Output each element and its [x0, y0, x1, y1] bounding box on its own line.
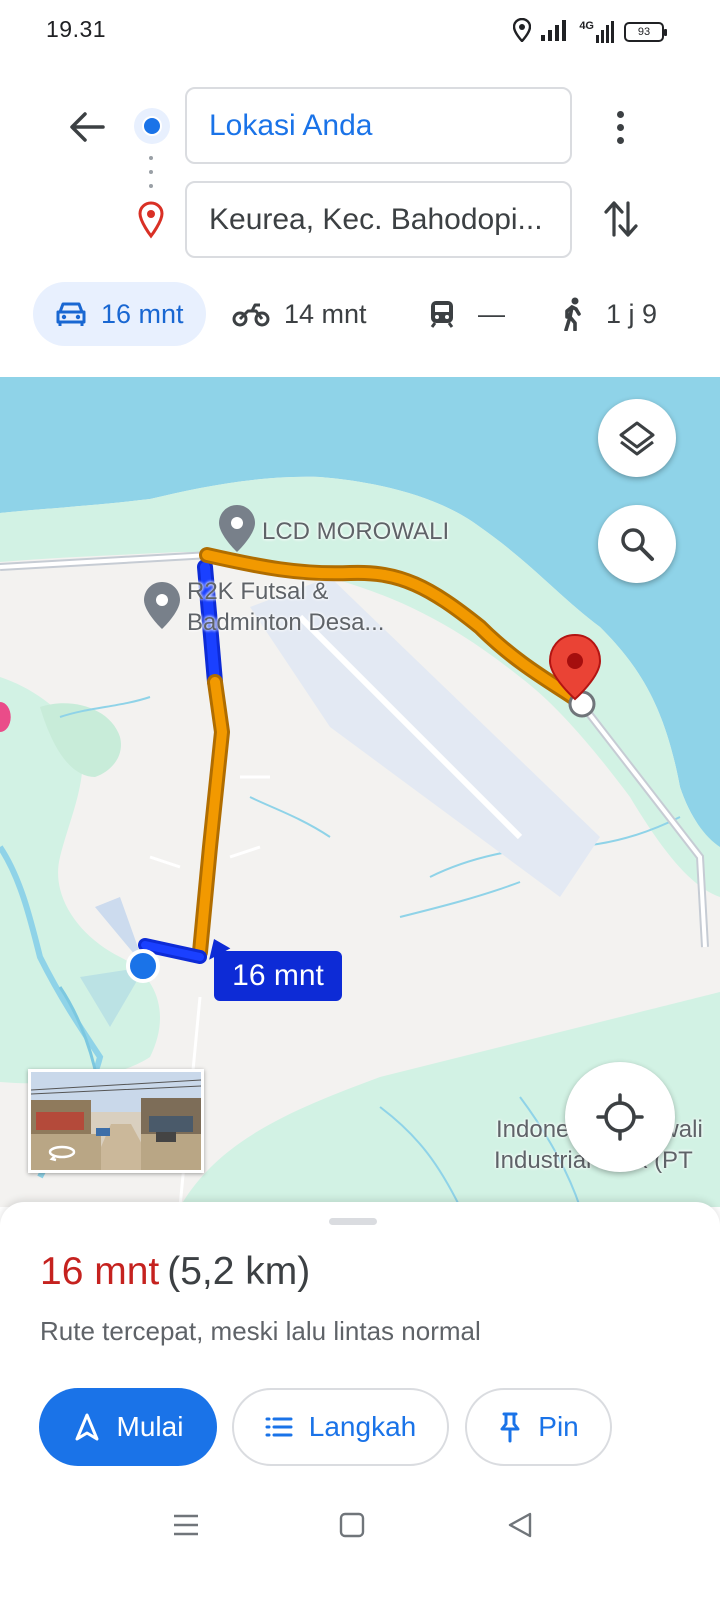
back-button[interactable]	[62, 102, 112, 152]
status-time: 19.31	[46, 16, 107, 42]
motorcycle-icon	[232, 303, 270, 327]
map-layers-button[interactable]	[598, 399, 676, 477]
menu-icon	[174, 1514, 198, 1536]
mode-car[interactable]: 16 mnt	[33, 282, 206, 346]
route-description: Rute tercepat, meski lalu lintas normal	[40, 1316, 481, 1346]
route-summary-sheet: 16 mnt (5,2 km) Rute tercepat, meski lalu…	[0, 1202, 720, 1600]
mode-car-label: 16 mnt	[101, 298, 184, 329]
location-status-icon	[513, 17, 532, 47]
map-view[interactable]: LCD MOROWALI R2K Futsal & Badminton Desa…	[0, 377, 720, 1207]
pin-button-label: Pin	[538, 1411, 579, 1442]
route-duration-callout[interactable]: 16 mnt	[214, 951, 342, 1001]
nav-menu-button[interactable]	[166, 1508, 206, 1542]
origin-input[interactable]: Lokasi Anda	[185, 87, 572, 164]
swap-icon	[604, 201, 638, 237]
place-label-r2k-line1[interactable]: R2K Futsal &	[187, 577, 328, 607]
mode-walk[interactable]: 1 j 9	[560, 282, 657, 346]
place-label-lcd[interactable]: LCD MOROWALI	[262, 517, 449, 547]
destination-pin-icon	[138, 201, 164, 239]
network-4g-icon: 4G	[579, 21, 614, 43]
mode-motorcycle[interactable]: 14 mnt	[232, 282, 367, 346]
route-dots	[149, 156, 153, 188]
navigation-arrow-icon	[75, 1413, 99, 1441]
mode-transit[interactable]: —	[428, 282, 505, 346]
train-icon	[430, 301, 454, 328]
back-triangle-icon	[508, 1512, 532, 1538]
swap-button[interactable]	[596, 194, 646, 244]
system-nav-bar	[0, 1490, 720, 1560]
search-icon	[621, 528, 654, 561]
signal-icon	[541, 19, 569, 46]
battery-icon: 93	[624, 22, 667, 42]
origin-dot-icon	[134, 108, 170, 144]
layers-icon	[619, 421, 655, 456]
status-bar: 19.31 4G 93	[0, 0, 720, 62]
place-label-r2k-line2[interactable]: Badminton Desa...	[187, 608, 384, 638]
steps-button-label: Langkah	[308, 1411, 417, 1442]
route-distance: (5,2 km)	[167, 1250, 311, 1293]
destination-input[interactable]: Keurea, Kec. Bahodopi...	[185, 181, 572, 258]
mode-transit-label: —	[478, 298, 505, 329]
home-square-icon	[339, 1512, 365, 1538]
nav-home-button[interactable]	[332, 1508, 372, 1542]
walking-icon	[564, 297, 581, 331]
steps-button[interactable]: Langkah	[232, 1388, 449, 1466]
street-view-thumbnail[interactable]	[28, 1069, 204, 1173]
mode-motorcycle-label: 14 mnt	[284, 298, 367, 329]
map-search-button[interactable]	[598, 505, 676, 583]
travel-modes: 16 mnt 14 mnt — 1 j 9	[0, 282, 720, 346]
mode-walk-label: 1 j 9	[606, 298, 658, 329]
route-summary: 16 mnt (5,2 km)	[40, 1250, 310, 1294]
nav-back-button[interactable]	[500, 1508, 540, 1542]
pin-icon	[500, 1412, 520, 1443]
list-icon	[265, 1417, 293, 1437]
route-duration: 16 mnt	[40, 1250, 160, 1293]
my-location-button[interactable]	[565, 1062, 675, 1172]
car-icon	[56, 302, 86, 326]
sheet-drag-handle[interactable]	[329, 1218, 377, 1225]
route-header: Lokasi Anda Keurea, Kec. Bahodopi... 16 …	[0, 62, 720, 378]
pin-button[interactable]: Pin	[465, 1388, 612, 1466]
more-options-button[interactable]	[600, 102, 640, 152]
status-icons: 4G 93	[513, 17, 667, 47]
crosshair-icon	[596, 1093, 644, 1141]
start-button-label: Mulai	[116, 1411, 184, 1442]
arrow-back-icon	[70, 112, 105, 142]
start-button[interactable]: Mulai	[39, 1388, 217, 1466]
rotate-360-icon	[48, 1145, 76, 1162]
